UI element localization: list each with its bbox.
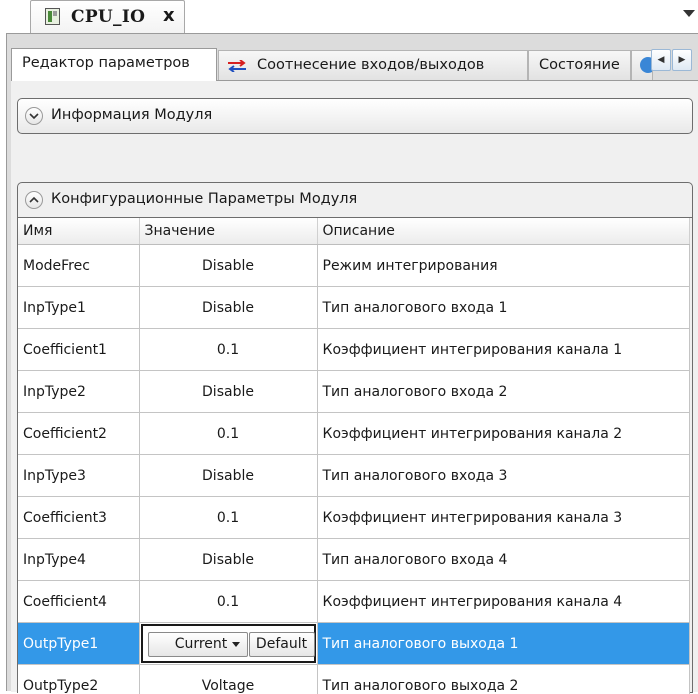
param-value[interactable]: 0.1	[139, 581, 317, 623]
param-description: Тип аналогового входа 2	[317, 371, 689, 413]
param-value[interactable]: Disable	[139, 371, 317, 413]
table-row[interactable]: InpType1 Disable Тип аналогового входа 1	[18, 287, 689, 329]
table-row[interactable]: Coefficient3 0.1 Коэффициент интегрирова…	[18, 497, 689, 539]
table-row[interactable]: InpType3 Disable Тип аналогового входа 3	[18, 455, 689, 497]
param-description: Тип аналогового входа 4	[317, 539, 689, 581]
param-name: OutpType2	[18, 665, 139, 694]
param-description: Коэффициент интегрирования канала 2	[317, 413, 689, 455]
close-icon[interactable]: x	[163, 5, 175, 26]
tab-io-mapping-label: Соотнесение входов/выходов	[257, 51, 484, 79]
param-value[interactable]: 0.1	[139, 497, 317, 539]
document-tab-title: CPU_IO	[71, 7, 145, 27]
param-name: Coefficient2	[18, 413, 139, 455]
param-description: Коэффициент интегрирования канала 1	[317, 329, 689, 371]
param-value[interactable]: Disable	[139, 539, 317, 581]
param-value[interactable]: Disable	[139, 455, 317, 497]
param-name: Coefficient4	[18, 581, 139, 623]
config-params-title: Конфигурационные Параметры Модуля	[51, 191, 357, 207]
parameter-table: Имя Значение Описание ModeFrec Disable Р…	[18, 218, 690, 694]
tab-status[interactable]: Состояние	[528, 50, 631, 80]
param-description: Коэффициент интегрирования канала 4	[317, 581, 689, 623]
table-row[interactable]: OutpType2 Voltage Тип аналогового выхода…	[18, 665, 689, 694]
param-value[interactable]: Disable	[139, 245, 317, 287]
param-value-editor: Current Default	[139, 623, 317, 665]
column-header-value[interactable]: Значение	[139, 218, 317, 245]
parameter-table-wrap: Имя Значение Описание ModeFrec Disable Р…	[18, 217, 693, 694]
param-value[interactable]: Disable	[139, 287, 317, 329]
param-description: Коэффициент интегрирования канала 3	[317, 497, 689, 539]
editor-tabs: Редактор параметров Соотнесение входов/в…	[7, 34, 698, 80]
param-description: Тип аналогового выхода 2	[317, 665, 689, 694]
table-row-selected[interactable]: OutpType1 Current Default	[18, 623, 689, 665]
module-info-panel[interactable]: Информация Модуля	[17, 98, 693, 134]
table-header-row: Имя Значение Описание	[18, 218, 689, 245]
value-dropdown-text: Current	[175, 636, 228, 652]
scroll-right-icon[interactable]: ▶	[672, 49, 692, 71]
param-name: InpType1	[18, 287, 139, 329]
config-params-panel: Конфигурационные Параметры Модуля Имя Зн…	[17, 182, 693, 693]
param-value[interactable]: Voltage	[139, 665, 317, 694]
tab-parameter-editor[interactable]: Редактор параметров	[11, 48, 217, 81]
device-editor: Редактор параметров Соотнесение входов/в…	[6, 33, 698, 691]
dropdown-arrow-icon	[232, 642, 240, 647]
tab-scroll-buttons: ◀ ▶	[651, 49, 695, 73]
chevron-up-icon[interactable]	[25, 191, 43, 209]
table-row[interactable]: InpType2 Disable Тип аналогового входа 2	[18, 371, 689, 413]
param-name: Coefficient3	[18, 497, 139, 539]
param-name: ModeFrec	[18, 245, 139, 287]
param-description: Тип аналогового входа 1	[317, 287, 689, 329]
param-value[interactable]: 0.1	[139, 329, 317, 371]
table-row[interactable]: Coefficient2 0.1 Коэффициент интегрирова…	[18, 413, 689, 455]
table-row[interactable]: Coefficient4 0.1 Коэффициент интегрирова…	[18, 581, 689, 623]
value-dropdown[interactable]: Current	[148, 632, 248, 657]
tab-overflow[interactable]	[631, 50, 653, 80]
param-name: InpType2	[18, 371, 139, 413]
param-name: InpType3	[18, 455, 139, 497]
parameter-editor-content: Информация Модуля Конфигурационные Парам…	[11, 80, 698, 692]
column-header-description[interactable]: Описание	[317, 218, 689, 245]
document-tab-cpu-io[interactable]: CPU_IO x	[30, 0, 185, 33]
scroll-left-icon[interactable]: ◀	[651, 49, 671, 71]
default-button[interactable]: Default	[249, 632, 315, 657]
tab-io-mapping[interactable]: Соотнесение входов/выходов	[218, 50, 528, 80]
param-description: Тип аналогового выхода 1	[317, 623, 689, 665]
param-value[interactable]: 0.1	[139, 413, 317, 455]
table-row[interactable]: InpType4 Disable Тип аналогового входа 4	[18, 539, 689, 581]
param-name: InpType4	[18, 539, 139, 581]
param-name: OutpType1	[18, 623, 139, 665]
table-row[interactable]: Coefficient1 0.1 Коэффициент интегрирова…	[18, 329, 689, 371]
param-description: Тип аналогового входа 3	[317, 455, 689, 497]
io-mapping-icon	[227, 60, 247, 72]
module-info-title: Информация Модуля	[51, 107, 212, 123]
table-row[interactable]: ModeFrec Disable Режим интегрирования	[18, 245, 689, 287]
dropdown-arrow-icon[interactable]	[683, 10, 695, 17]
chevron-down-icon[interactable]	[25, 107, 43, 125]
document-tab-strip: CPU_IO x	[0, 0, 698, 34]
param-name: Coefficient1	[18, 329, 139, 371]
column-header-name[interactable]: Имя	[18, 218, 139, 245]
param-description: Режим интегрирования	[317, 245, 689, 287]
inline-editor: Current Default	[141, 624, 316, 663]
module-icon	[45, 8, 60, 25]
